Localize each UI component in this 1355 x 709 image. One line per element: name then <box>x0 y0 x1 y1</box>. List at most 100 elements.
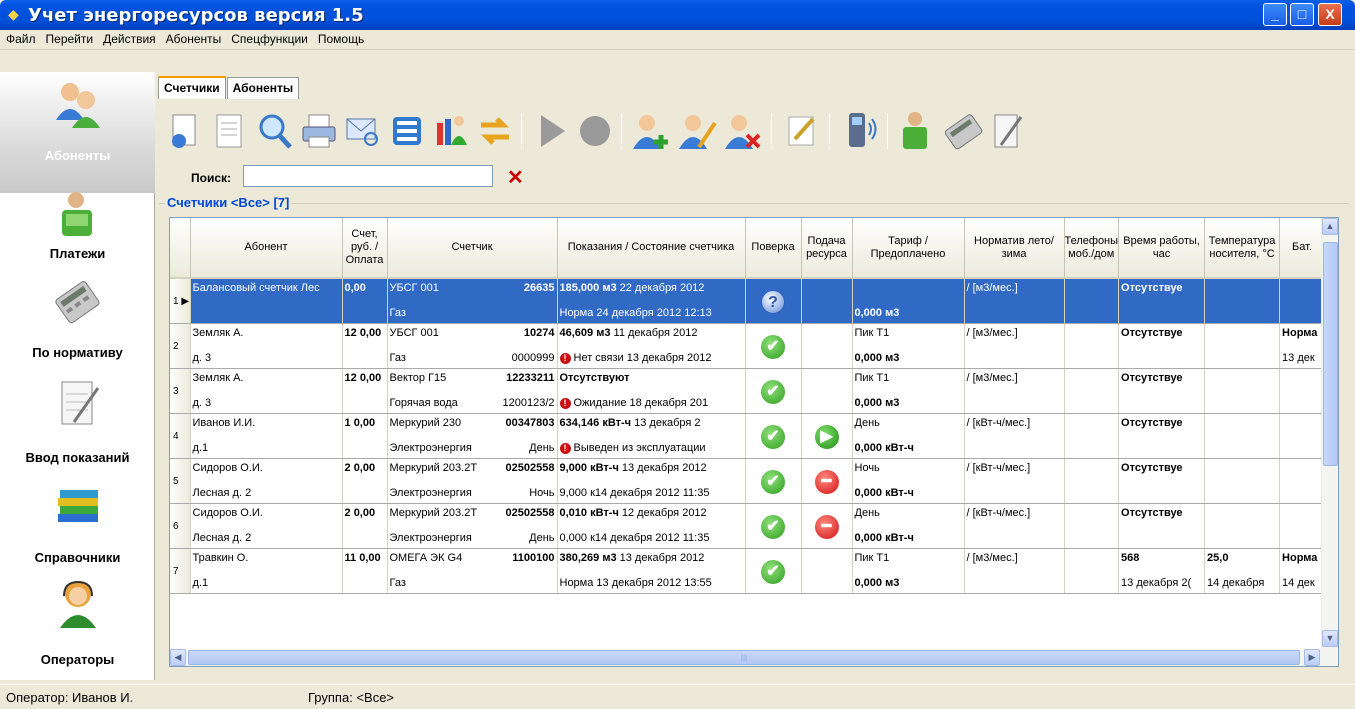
cell-tariff: Пик Т1 0,000 м3 <box>852 323 965 369</box>
menu-actions[interactable]: Действия <box>97 30 160 46</box>
check-ok-icon: ✔ <box>761 425 785 449</box>
menu-subscribers[interactable]: Абоненты <box>160 30 226 46</box>
horizontal-scroll-thumb[interactable]: ||| <box>188 650 1300 665</box>
table-row[interactable]: 7 Травкин О. д.1 11 0,00 ОМЕГА ЭК G4 1100100 Г… <box>170 548 1326 594</box>
cell-meter: Меркурий 230 00347803 Электроэнергия День <box>387 413 558 459</box>
cell-supply: ━ <box>801 503 853 549</box>
sidebar-item-subscribers[interactable]: Абоненты <box>0 72 155 193</box>
group-border <box>159 203 1349 204</box>
table-row[interactable]: 3 Земляк А. д. 3 12 0,00 Вектор Г15 12233211 Г… <box>170 368 1326 414</box>
cell-battery <box>1279 503 1326 549</box>
table-row[interactable]: 1 ▶ Балансовый счетчик Лес 0,00 УБСГ 001 26… <box>170 278 1326 324</box>
cell-temperature <box>1204 413 1281 459</box>
stop-icon[interactable] <box>575 109 615 153</box>
menu-special[interactable]: Спецфункции <box>225 30 312 46</box>
clear-search-icon[interactable]: ✕ <box>507 165 524 190</box>
table-row[interactable]: 2 Земляк А. д. 3 12 0,00 УБСГ 001 10274 Газ 000… <box>170 323 1326 369</box>
device-icon[interactable] <box>839 109 879 153</box>
row-number[interactable]: 7 <box>170 548 191 594</box>
row-number[interactable]: 2 <box>170 323 191 369</box>
notepad-icon[interactable] <box>987 109 1027 153</box>
cell-norm: / [кВт-ч/мес.] <box>964 503 1065 549</box>
col-supply[interactable]: Подача ресурса <box>801 218 853 279</box>
cell-readings: 380,269 м3 13 декабря 2012 Норма 13 декаб… <box>557 548 746 594</box>
vertical-scrollbar[interactable]: ▲ ▼ <box>1321 218 1338 666</box>
sidebar-label: Операторы <box>40 652 115 667</box>
scroll-up-icon[interactable]: ▲ <box>1322 218 1338 235</box>
col-readings[interactable]: Показания / Состояние счетчика <box>557 218 746 279</box>
col-temperature[interactable]: Температура носителя, °C <box>1204 218 1281 279</box>
play-icon[interactable] <box>531 109 571 153</box>
sidebar-item-operators[interactable]: Операторы <box>0 570 155 691</box>
payments-icon[interactable] <box>897 109 937 153</box>
col-verification[interactable]: Поверка <box>745 218 802 279</box>
cell-temperature <box>1204 368 1281 414</box>
cell-account: 12 0,00 <box>342 368 388 414</box>
supply-stopped-icon[interactable]: ━ <box>814 515 839 539</box>
row-number[interactable]: 1 ▶ <box>170 278 191 324</box>
menu-file[interactable]: Файл <box>0 30 40 46</box>
cell-account: 12 0,00 <box>342 323 388 369</box>
alert-icon: ! <box>559 443 571 454</box>
cell-phones <box>1064 413 1120 459</box>
edit-note-icon[interactable] <box>781 109 821 153</box>
users-chart-icon[interactable] <box>431 109 471 153</box>
mail-search-icon[interactable] <box>343 109 383 153</box>
search-icon[interactable] <box>255 109 295 153</box>
horizontal-scrollbar[interactable]: ◀ ||| ▶ <box>170 649 1322 666</box>
calculator-icon[interactable] <box>943 109 983 153</box>
open-icon[interactable] <box>165 109 205 153</box>
col-subscriber[interactable]: Абонент <box>190 218 343 279</box>
document-icon[interactable] <box>209 109 249 153</box>
close-button[interactable]: X <box>1318 3 1342 26</box>
cell-meter: Вектор Г15 12233211 Горячая вода 1200123/2 <box>387 368 558 414</box>
toolbar <box>165 107 1355 157</box>
table-row[interactable]: 5 Сидоров О.И. Лесная д. 22 0,00 Меркурий 2… <box>170 458 1326 504</box>
edit-user-icon[interactable] <box>677 109 717 153</box>
print-icon[interactable] <box>299 109 339 153</box>
title-bar[interactable]: ◆ Учет энергоресурсов версия 1.5 _ □ X <box>0 0 1355 30</box>
add-user-icon[interactable] <box>631 109 671 153</box>
cell-tariff: День 0,000 кВт-ч <box>852 413 965 459</box>
cell-verification: ? <box>745 278 802 324</box>
scroll-down-icon[interactable]: ▼ <box>1322 630 1338 647</box>
table-row[interactable]: 4 Иванов И.И. д.1 1 0,00 Меркурий 230 0034780… <box>170 413 1326 459</box>
col-meter[interactable]: Счетчик <box>387 218 558 279</box>
cell-work-time: Отсутствуе <box>1118 323 1206 369</box>
calculator-icon <box>55 281 100 324</box>
cell-supply: ▶ <box>801 413 853 459</box>
minimize-button[interactable]: _ <box>1263 3 1287 26</box>
row-number[interactable]: 5 <box>170 458 191 504</box>
status-bar: Оператор: Иванов И. Группа: <Все> <box>0 684 1355 709</box>
col-account[interactable]: Счет, руб. / Оплата <box>342 218 388 279</box>
search-input[interactable] <box>243 165 493 187</box>
sidebar-label: Ввод показаний <box>25 450 130 465</box>
col-norm[interactable]: Норматив лето/зима <box>964 218 1065 279</box>
check-ok-icon: ✔ <box>761 560 785 584</box>
supply-stopped-icon[interactable]: ━ <box>814 470 839 494</box>
app-icon: ◆ <box>8 6 19 22</box>
row-number[interactable]: 6 <box>170 503 191 549</box>
tab-meters[interactable]: Счетчики <box>158 76 226 100</box>
scroll-right-icon[interactable]: ▶ <box>1304 649 1320 666</box>
menu-goto[interactable]: Перейти <box>40 30 98 46</box>
cell-readings: 0,010 кВт-ч 12 декабря 2012 0,000 к14 дек… <box>557 503 746 549</box>
cell-phones <box>1064 503 1120 549</box>
exchange-icon[interactable] <box>475 109 515 153</box>
col-work-time[interactable]: Время работы, час <box>1118 218 1206 279</box>
col-battery[interactable]: Бат. <box>1279 218 1326 279</box>
delete-user-icon[interactable] <box>723 109 763 153</box>
menu-help[interactable]: Помощь <box>312 30 368 46</box>
table-row[interactable]: 6 Сидоров О.И. Лесная д. 22 0,00 Меркурий 2… <box>170 503 1326 549</box>
tab-subscribers[interactable]: Абоненты <box>226 77 300 99</box>
col-tariff[interactable]: Тариф / Предоплачено <box>852 218 965 279</box>
scroll-left-icon[interactable]: ◀ <box>170 649 186 666</box>
col-phones[interactable]: Телефоны моб./дом <box>1064 218 1120 279</box>
row-number[interactable]: 4 <box>170 413 191 459</box>
vertical-scroll-thumb[interactable] <box>1323 242 1338 466</box>
supply-on-icon[interactable]: ▶ <box>814 425 839 449</box>
maximize-button[interactable]: □ <box>1290 3 1314 26</box>
row-number[interactable]: 3 <box>170 368 191 414</box>
cell-supply <box>801 323 853 369</box>
report-icon[interactable] <box>387 109 427 153</box>
